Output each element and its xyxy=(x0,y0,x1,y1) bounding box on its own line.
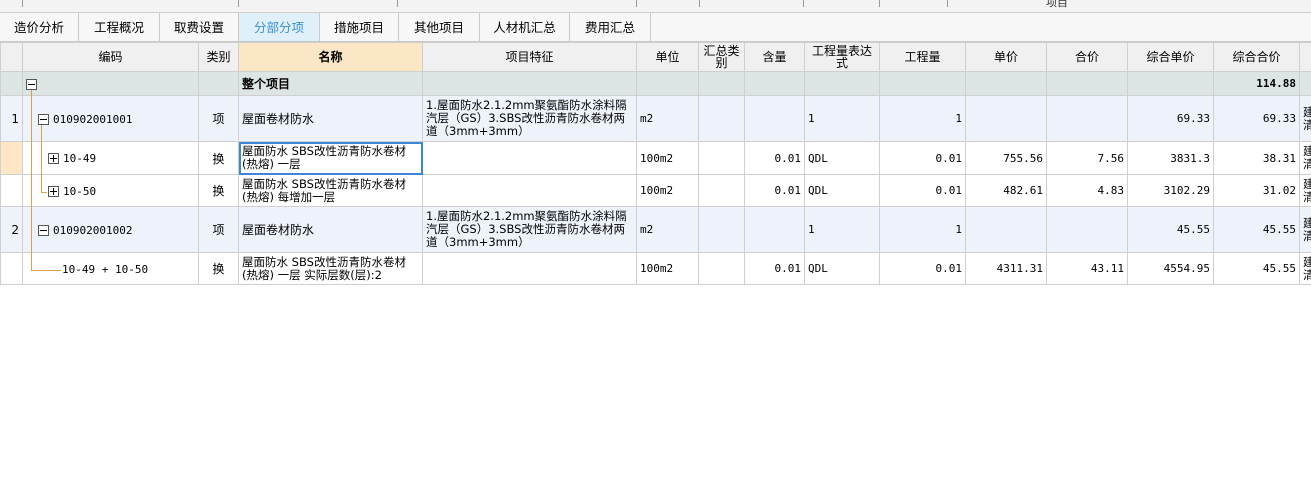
total-row-name: 整个项目 xyxy=(238,71,423,96)
row-code: 10-50 xyxy=(63,184,97,198)
table-row[interactable]: 10-49 换 屋面防水 SBS改性沥青防水卷材(热熔) 一层 100m2 0.… xyxy=(0,141,1311,175)
row-name[interactable]: 屋面卷材防水 xyxy=(238,95,423,142)
header-composite-total[interactable]: 综合合价 xyxy=(1213,42,1300,72)
tree-line xyxy=(41,125,42,192)
row-name[interactable]: 屋面防水 SBS改性沥青防水卷材(热熔) 一层 实际层数(层):2 xyxy=(238,252,423,285)
tree-line xyxy=(31,270,61,271)
table-row[interactable]: 1 010902001001 项 屋面卷材防水 1.屋面防水2.1.2mm聚氨酯… xyxy=(0,95,1311,142)
top-strip-title: 项目 xyxy=(1046,0,1068,9)
tab-project-overview[interactable]: 工程概况 xyxy=(79,13,160,41)
row-code: 10-49 xyxy=(63,152,97,165)
row-code: 010902001001 xyxy=(53,112,133,126)
row-feature[interactable]: 1.屋面防水2.1.2mm聚氨酯防水涂料隔汽层（GS）3.SBS改性沥青防水卷材… xyxy=(422,206,637,253)
expand-icon[interactable] xyxy=(48,153,59,164)
grid-header: 编码 类别 名称 项目特征 单位 汇总类别 含量 工程量表达式 工程量 单价 合… xyxy=(0,42,1311,72)
tab-sub-items[interactable]: 分部分项 xyxy=(239,13,320,41)
header-index xyxy=(0,42,23,72)
tab-materials-summary[interactable]: 人材机汇总 xyxy=(480,13,570,41)
collapse-icon[interactable] xyxy=(38,113,49,125)
row-name[interactable]: 屋面防水 SBS改性沥青防水卷材(热熔) 每增加一层 xyxy=(238,174,423,207)
collapse-icon[interactable] xyxy=(38,224,49,236)
total-row-composite-total: 114.88 xyxy=(1213,71,1300,96)
row-name-editor[interactable]: 屋面防水 SBS改性沥青防水卷材(热熔) 一层 xyxy=(238,141,423,175)
header-content[interactable]: 含量 xyxy=(744,42,805,72)
expand-icon[interactable] xyxy=(48,185,59,197)
tab-fee-summary[interactable]: 费用汇总 xyxy=(570,13,651,41)
tab-fee-settings[interactable]: 取费设置 xyxy=(160,13,239,41)
tab-cost-analysis[interactable]: 造价分析 xyxy=(0,13,79,41)
header-summary-category[interactable]: 汇总类别 xyxy=(698,42,745,72)
header-unit-price[interactable]: 单价 xyxy=(965,42,1047,72)
header-composite-unit-price[interactable]: 综合单价 xyxy=(1127,42,1214,72)
tree-line xyxy=(41,192,47,193)
tab-other-items[interactable]: 其他项目 xyxy=(399,13,480,41)
row-feature[interactable]: 1.屋面防水2.1.2mm聚氨酯防水涂料隔汽层（GS）3.SBS改性沥青防水卷材… xyxy=(422,95,637,142)
row-name[interactable]: 屋面卷材防水 xyxy=(238,206,423,253)
table-row[interactable]: 2 010902001002 项 屋面卷材防水 1.屋面防水2.1.2mm聚氨酯… xyxy=(0,206,1311,253)
header-feature[interactable]: 项目特征 xyxy=(422,42,637,72)
table-row[interactable]: 10-50 换 屋面防水 SBS改性沥青防水卷材(热熔) 每增加一层 100m2… xyxy=(0,174,1311,207)
top-strip: 项目 xyxy=(0,0,1311,13)
tree-line xyxy=(31,90,32,270)
bill-grid: 编码 类别 名称 项目特征 单位 汇总类别 含量 工程量表达式 工程量 单价 合… xyxy=(0,42,1311,285)
header-extra xyxy=(1299,42,1311,72)
header-code[interactable]: 编码 xyxy=(22,42,199,72)
header-total-price[interactable]: 合价 xyxy=(1046,42,1128,72)
header-name[interactable]: 名称 xyxy=(238,42,423,72)
row-code: 010902001002 xyxy=(53,223,133,237)
table-row[interactable]: 10-49 + 10-50 换 屋面防水 SBS改性沥青防水卷材(热熔) 一层 … xyxy=(0,252,1311,285)
total-row[interactable]: 整个项目 114.88 xyxy=(0,71,1311,96)
header-category[interactable]: 类别 xyxy=(198,42,239,72)
module-tab-bar: 造价分析 工程概况 取费设置 分部分项 措施项目 其他项目 人材机汇总 费用汇总 xyxy=(0,13,1311,42)
header-unit[interactable]: 单位 xyxy=(636,42,699,72)
row-code: 10-49 + 10-50 xyxy=(62,262,149,276)
header-quantity[interactable]: 工程量 xyxy=(879,42,966,72)
collapse-icon[interactable] xyxy=(26,78,37,90)
tab-measures[interactable]: 措施项目 xyxy=(320,13,399,41)
header-qty-expression[interactable]: 工程量表达式 xyxy=(804,42,880,72)
